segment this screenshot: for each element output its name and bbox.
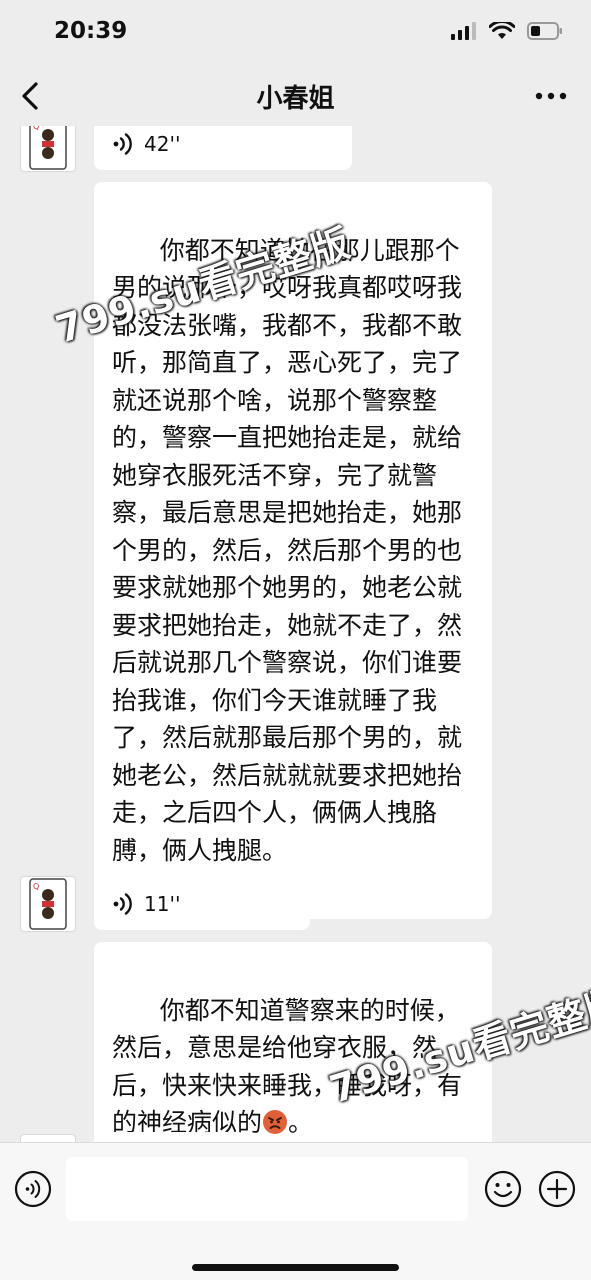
nav-bar: 小春姐 [0,66,591,126]
voice-message-bubble[interactable] [94,1132,246,1142]
voice-wave-icon [113,133,132,155]
wifi-icon [489,22,515,39]
signal-icon [451,22,476,40]
voice-duration: 11'' [144,892,181,916]
voice-toggle-icon[interactable] [14,1170,52,1208]
message-list[interactable]: Q 42'' 你都不知道她在那儿跟那个男的说那个，哎呀我真都哎呀我都没法张嘴，我… [0,126,591,1142]
message-input[interactable] [66,1157,468,1221]
input-bar [0,1142,591,1280]
chat-title: 小春姐 [256,84,335,114]
status-icons [451,22,563,40]
playing-card-avatar-icon: Q [29,126,67,170]
transcript-suffix: 。 [288,1108,314,1137]
voice-message-bubble[interactable]: 11'' [94,878,310,930]
chat-screen: 20:39 小春姐 Q 42'' 你都不知道她在那儿跟那个男的说那个，哎呀我真都… [0,0,591,1280]
voice-message-bubble[interactable]: 42'' [94,126,352,170]
voice-wave-icon [113,893,132,915]
battery-icon [527,22,562,40]
angry-face-icon [263,1110,288,1134]
voice-duration: 42'' [144,132,181,156]
contact-avatar[interactable]: Q [20,126,76,172]
voice-transcript-bubble[interactable]: 你都不知道警察来的时候，然后，意思是给他穿衣服，然后，快来快来睡我，睡我呀，有的… [94,942,492,1142]
status-time: 20:39 [54,18,128,44]
svg-text:Q: Q [33,882,39,891]
contact-avatar[interactable] [20,1134,76,1142]
home-indicator [192,1264,399,1271]
contact-avatar[interactable]: Q [20,876,76,932]
svg-text:Q: Q [33,126,39,131]
transcript-text: 你都不知道她在那儿跟那个男的说那个，哎呀我真都哎呀我都没法张嘴，我都不，我都不敢… [112,235,463,865]
more-dots-icon[interactable] [533,84,569,108]
playing-card-avatar-icon: Q [29,878,67,930]
voice-transcript-bubble[interactable]: 你都不知道她在那儿跟那个男的说那个，哎呀我真都哎呀我都没法张嘴，我都不，我都不敢… [94,182,492,919]
plus-circle-icon[interactable] [538,1170,576,1208]
smiley-icon[interactable] [484,1170,522,1208]
status-bar: 20:39 [0,0,591,66]
